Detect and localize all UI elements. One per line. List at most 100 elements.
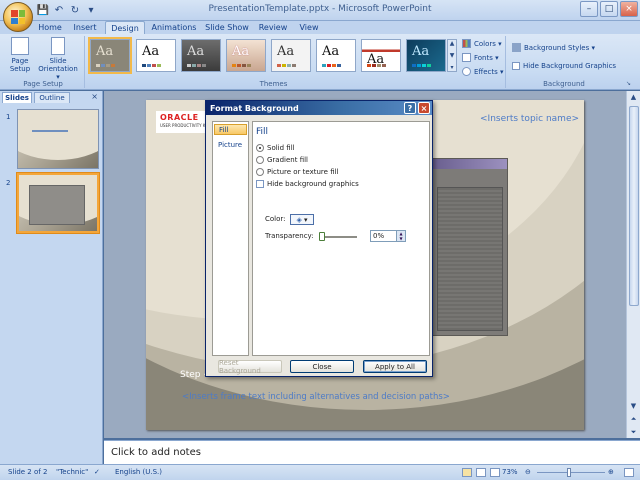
gradient-fill-radio[interactable] xyxy=(256,156,264,164)
slide-thumbnail-2[interactable] xyxy=(17,173,99,233)
theme-thumbnail-concourse[interactable]: Aa xyxy=(316,39,356,72)
office-logo-icon xyxy=(11,10,25,24)
dialog-title-bar: Format Background xyxy=(206,101,432,115)
tab-animations[interactable]: Animations xyxy=(148,21,200,34)
spell-check-icon[interactable]: ✓ xyxy=(94,468,100,476)
gallery-down-icon[interactable]: ▼ xyxy=(450,52,455,59)
color-picker-button[interactable]: ◈ ▾ xyxy=(290,214,314,225)
picture-texture-fill-label: Picture or texture fill xyxy=(267,168,339,176)
transparency-slider-thumb[interactable] xyxy=(319,232,325,241)
slide-sorter-icon[interactable] xyxy=(476,468,486,477)
hide-background-graphics-label: Hide Background Graphics xyxy=(523,62,617,70)
tab-review[interactable]: Review xyxy=(255,21,291,34)
tab-design[interactable]: Design xyxy=(105,21,145,34)
office-button[interactable] xyxy=(3,2,33,32)
theme-thumbnail-flow[interactable]: Aa xyxy=(406,39,446,72)
tab-slide-show[interactable]: Slide Show xyxy=(202,21,252,34)
help-icon[interactable]: ? xyxy=(404,102,416,114)
page-setup-group-label: Page Setup xyxy=(23,80,63,88)
background-styles-button[interactable]: Background Styles ▾ xyxy=(512,43,595,52)
close-icon[interactable]: × xyxy=(418,102,430,114)
notes-pane[interactable]: Click to add notes xyxy=(104,440,640,464)
reset-background-button[interactable]: Reset Background xyxy=(218,359,282,375)
status-bar: Slide 2 of 2 "Technic" ✓ English (U.S.) … xyxy=(0,464,640,480)
frame-text-placeholder[interactable]: <Inserts frame text including alternativ… xyxy=(182,392,450,402)
scroll-thumb[interactable] xyxy=(629,106,639,306)
gradient-fill-option[interactable]: Gradient fill xyxy=(256,156,308,164)
picture-texture-fill-radio[interactable] xyxy=(256,168,264,176)
transparency-slider[interactable] xyxy=(319,232,357,241)
nav-picture[interactable]: Picture xyxy=(214,139,247,150)
gallery-up-icon[interactable]: ▲ xyxy=(450,40,455,47)
slide-show-icon[interactable] xyxy=(490,468,500,477)
theme-thumbnail-aspect[interactable]: Aa xyxy=(226,39,266,72)
tab-slides[interactable]: Slides xyxy=(2,92,32,103)
scroll-down-icon[interactable]: ▼ xyxy=(627,400,640,412)
solid-fill-radio[interactable] xyxy=(256,144,264,152)
minimize-button[interactable]: – xyxy=(580,1,598,17)
screenshot-placeholder[interactable] xyxy=(432,158,508,336)
apply-to-all-button[interactable]: Apply to All xyxy=(363,360,427,373)
slide-orientation-label-2: Orientation ▾ xyxy=(38,65,78,81)
spinner-down-icon[interactable]: ▼ xyxy=(397,236,405,241)
theme-effects-button[interactable]: Effects ▾ xyxy=(462,67,504,76)
page-setup-button[interactable]: Page Setup xyxy=(4,37,36,73)
close-button[interactable]: Close xyxy=(290,360,354,373)
theme-thumbnail-civic[interactable]: Aa xyxy=(271,39,311,72)
zoom-slider-track[interactable] xyxy=(537,472,605,473)
maximize-button[interactable]: □ xyxy=(600,1,618,17)
language-status[interactable]: English (U.S.) xyxy=(115,468,162,476)
theme-swatch xyxy=(142,64,161,67)
tab-outline[interactable]: Outline xyxy=(34,92,70,103)
slide-orientation-button[interactable]: Slide Orientation ▾ xyxy=(38,37,78,81)
notes-placeholder[interactable]: Click to add notes xyxy=(111,447,201,458)
theme-fonts-button[interactable]: Fonts ▾ xyxy=(462,53,499,62)
group-separator xyxy=(505,36,506,88)
close-window-button[interactable]: × xyxy=(620,1,638,17)
spinner-arrows: ▲ ▼ xyxy=(396,231,405,241)
zoom-level[interactable]: 73% xyxy=(502,468,518,476)
transparency-value[interactable]: 0% xyxy=(373,232,384,240)
theme-thumbnail-apex[interactable]: Aa xyxy=(181,39,221,72)
theme-swatch xyxy=(232,64,251,67)
nav-fill[interactable]: Fill xyxy=(214,124,247,135)
hide-background-graphics-checkbox[interactable]: Hide Background Graphics xyxy=(512,62,616,70)
theme-sample-text: Aa xyxy=(412,44,430,59)
theme-thumbnail-equity[interactable]: Aa xyxy=(361,39,401,72)
group-separator xyxy=(84,36,85,88)
ribbon-tabs: Home Insert Design Animations Slide Show… xyxy=(0,21,640,34)
theme-gallery-scroll[interactable]: ▲ ▼ ▾ xyxy=(447,39,457,72)
slide-thumbnail-1[interactable] xyxy=(17,109,99,169)
picture-texture-fill-option[interactable]: Picture or texture fill xyxy=(256,168,339,176)
theme-thumbnail-technic[interactable]: Aa xyxy=(88,37,132,74)
tab-view[interactable]: View xyxy=(294,21,324,34)
topic-placeholder[interactable]: <Inserts topic name> xyxy=(480,114,579,124)
slide-number: 2 xyxy=(6,179,11,187)
normal-view-icon[interactable] xyxy=(462,468,472,477)
slide-orientation-icon xyxy=(51,37,65,55)
hide-background-graphics-option[interactable]: Hide background graphics xyxy=(256,180,359,188)
slide-count-status: Slide 2 of 2 xyxy=(8,468,48,476)
transparency-spinner[interactable]: 0% ▲ ▼ xyxy=(370,230,406,242)
zoom-out-icon[interactable]: ⊖ xyxy=(525,468,531,476)
effects-icon xyxy=(462,67,471,76)
theme-colors-button[interactable]: Colors ▾ xyxy=(462,39,502,48)
zoom-slider-thumb[interactable] xyxy=(567,468,571,477)
previous-slide-icon[interactable]: ⏶ xyxy=(627,413,640,425)
fit-to-window-icon[interactable] xyxy=(624,468,634,477)
hide-background-graphics-dialog-check[interactable] xyxy=(256,180,264,188)
next-slide-icon[interactable]: ⏷ xyxy=(627,426,640,438)
gallery-more-icon[interactable]: ▾ xyxy=(450,64,453,71)
scroll-up-icon[interactable]: ▲ xyxy=(627,91,640,103)
zoom-in-icon[interactable]: ⊕ xyxy=(608,468,614,476)
tab-home[interactable]: Home xyxy=(34,21,66,34)
theme-sample-text: Aa xyxy=(322,44,340,59)
hide-background-graphics-check[interactable] xyxy=(512,62,520,70)
theme-thumbnail-office[interactable]: Aa xyxy=(136,39,176,72)
close-pane-icon[interactable]: × xyxy=(91,92,98,101)
vertical-scrollbar[interactable]: ▲ ▼ ⏶ ⏷ xyxy=(626,91,640,438)
background-dialog-launcher-icon[interactable]: ↘ xyxy=(626,80,631,87)
theme-sample-text: Aa xyxy=(187,44,205,59)
tab-insert[interactable]: Insert xyxy=(68,21,102,34)
solid-fill-option[interactable]: Solid fill xyxy=(256,144,295,152)
